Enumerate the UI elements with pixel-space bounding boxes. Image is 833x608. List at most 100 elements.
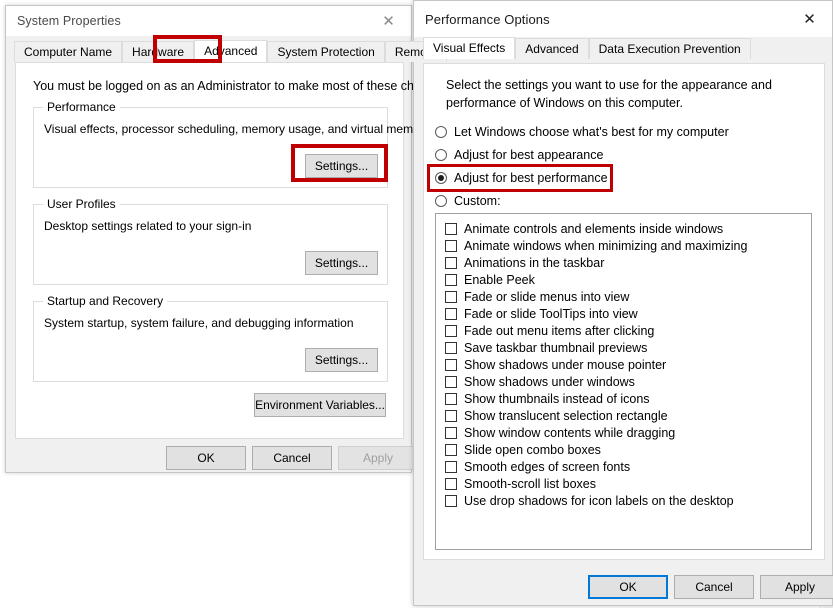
list-item[interactable]: Slide open combo boxes [436,441,811,458]
system-properties-window: System Properties ✕ Computer Name Hardwa… [5,5,452,473]
list-item[interactable]: Fade or slide ToolTips into view [436,305,811,322]
list-item-label: Fade out menu items after clicking [464,323,655,338]
radio-icon [435,195,447,207]
radio-label: Let Windows choose what's best for my co… [454,125,729,139]
checkbox-icon[interactable] [445,324,457,337]
radio-adjust-best-performance[interactable]: Adjust for best performance [435,171,608,185]
performance-options-apply-button[interactable]: Apply [760,575,833,599]
environment-variables-button[interactable]: Environment Variables... [254,393,386,417]
checkbox-icon[interactable] [445,290,457,303]
list-item[interactable]: Show window contents while dragging [436,424,811,441]
checkbox-icon[interactable] [445,494,457,507]
list-item[interactable]: Show translucent selection rectangle [436,407,811,424]
list-item[interactable]: Show shadows under mouse pointer [436,356,811,373]
performance-group-title: Performance [43,100,120,114]
list-item[interactable]: Show shadows under windows [436,373,811,390]
system-properties-title: System Properties [17,14,121,28]
tab-computer-name[interactable]: Computer Name [14,41,123,62]
checkbox-icon[interactable] [445,375,457,388]
radio-label: Adjust for best appearance [454,148,604,162]
list-item-label: Show shadows under windows [464,374,635,389]
radio-icon [435,172,447,184]
tab-hardware[interactable]: Hardware [122,41,195,62]
intro-text-line2: performance of Windows on this computer. [446,96,683,110]
system-properties-titlebar: System Properties ✕ [6,6,411,36]
tab-advanced[interactable]: Advanced [515,38,589,59]
tab-visual-effects[interactable]: Visual Effects [423,37,516,59]
user-profiles-settings-button[interactable]: Settings... [305,251,378,275]
checkbox-icon[interactable] [445,426,457,439]
list-item[interactable]: Enable Peek [436,271,811,288]
radio-adjust-best-appearance[interactable]: Adjust for best appearance [435,148,603,162]
list-item-label: Slide open combo boxes [464,442,601,457]
list-item[interactable]: Show thumbnails instead of icons [436,390,811,407]
performance-options-ok-button[interactable]: OK [588,575,668,599]
checkbox-icon[interactable] [445,358,457,371]
radio-icon [435,149,447,161]
list-item-label: Animate controls and elements inside win… [464,221,724,236]
radio-custom[interactable]: Custom: [435,194,501,208]
startup-recovery-settings-button[interactable]: Settings... [305,348,378,372]
system-properties-ok-button[interactable]: OK [166,446,246,470]
list-item[interactable]: Animate controls and elements inside win… [436,220,811,237]
list-item-label: Fade or slide ToolTips into view [464,306,638,321]
tab-data-execution-prevention[interactable]: Data Execution Prevention [588,38,751,59]
checkbox-icon[interactable] [445,443,457,456]
performance-options-titlebar: Performance Options ✕ [414,1,832,37]
list-item[interactable]: Fade or slide menus into view [436,288,811,305]
radio-let-windows-choose[interactable]: Let Windows choose what's best for my co… [435,125,729,139]
checkbox-icon[interactable] [445,307,457,320]
performance-options-cancel-button[interactable]: Cancel [674,575,754,599]
radio-label: Adjust for best performance [454,171,608,185]
close-icon[interactable]: ✕ [787,1,832,37]
performance-options-window: Performance Options ✕ Visual Effects Adv… [413,0,833,606]
performance-settings-button[interactable]: Settings... [305,154,378,178]
radio-label: Custom: [454,194,501,208]
system-properties-apply-button: Apply [338,446,418,470]
user-profiles-group-description: Desktop settings related to your sign-in [44,219,252,233]
list-item-label: Show thumbnails instead of icons [464,391,650,406]
checkbox-icon[interactable] [445,460,457,473]
user-profiles-group-title: User Profiles [43,197,120,211]
startup-recovery-group: Startup and Recovery System startup, sys… [33,294,388,382]
performance-options-tabstrip: Visual Effects Advanced Data Execution P… [414,37,832,59]
performance-group: Performance Visual effects, processor sc… [33,100,430,188]
list-item-label: Animations in the taskbar [464,255,605,270]
administrator-notice: You must be logged on as an Administrato… [33,79,452,93]
list-item[interactable]: Save taskbar thumbnail previews [436,339,811,356]
tab-advanced[interactable]: Advanced [194,40,268,62]
list-item-label: Smooth-scroll list boxes [464,476,596,491]
intro-text-line1: Select the settings you want to use for … [446,78,772,92]
list-item[interactable]: Smooth-scroll list boxes [436,475,811,492]
startup-recovery-group-description: System startup, system failure, and debu… [44,316,354,330]
list-item[interactable]: Animations in the taskbar [436,254,811,271]
checkbox-icon[interactable] [445,392,457,405]
checkbox-icon[interactable] [445,222,457,235]
checkbox-icon[interactable] [445,341,457,354]
close-icon[interactable]: ✕ [366,6,411,36]
system-properties-cancel-button[interactable]: Cancel [252,446,332,470]
list-item-label: Animate windows when minimizing and maxi… [464,238,748,253]
list-item[interactable]: Animate windows when minimizing and maxi… [436,237,811,254]
list-item[interactable]: Smooth edges of screen fonts [436,458,811,475]
system-properties-tabstrip: Computer Name Hardware Advanced System P… [6,40,447,62]
list-item-label: Enable Peek [464,272,535,287]
list-item-label: Show window contents while dragging [464,425,676,440]
checkbox-icon[interactable] [445,256,457,269]
list-item-label: Use drop shadows for icon labels on the … [464,493,734,508]
checkbox-icon[interactable] [445,477,457,490]
checkbox-icon[interactable] [445,409,457,422]
tab-system-protection[interactable]: System Protection [267,41,385,62]
system-properties-tab-body: You must be logged on as an Administrato… [15,62,452,439]
visual-effects-listbox[interactable]: Animate controls and elements inside win… [435,213,812,550]
list-item-label: Smooth edges of screen fonts [464,459,631,474]
performance-group-description: Visual effects, processor scheduling, me… [44,122,430,136]
checkbox-icon[interactable] [445,273,457,286]
list-item-label: Show shadows under mouse pointer [464,357,667,372]
list-item-label: Save taskbar thumbnail previews [464,340,648,355]
list-item[interactable]: Use drop shadows for icon labels on the … [436,492,811,509]
list-item-label: Fade or slide menus into view [464,289,630,304]
checkbox-icon[interactable] [445,239,457,252]
performance-options-title: Performance Options [425,11,550,27]
list-item[interactable]: Fade out menu items after clicking [436,322,811,339]
